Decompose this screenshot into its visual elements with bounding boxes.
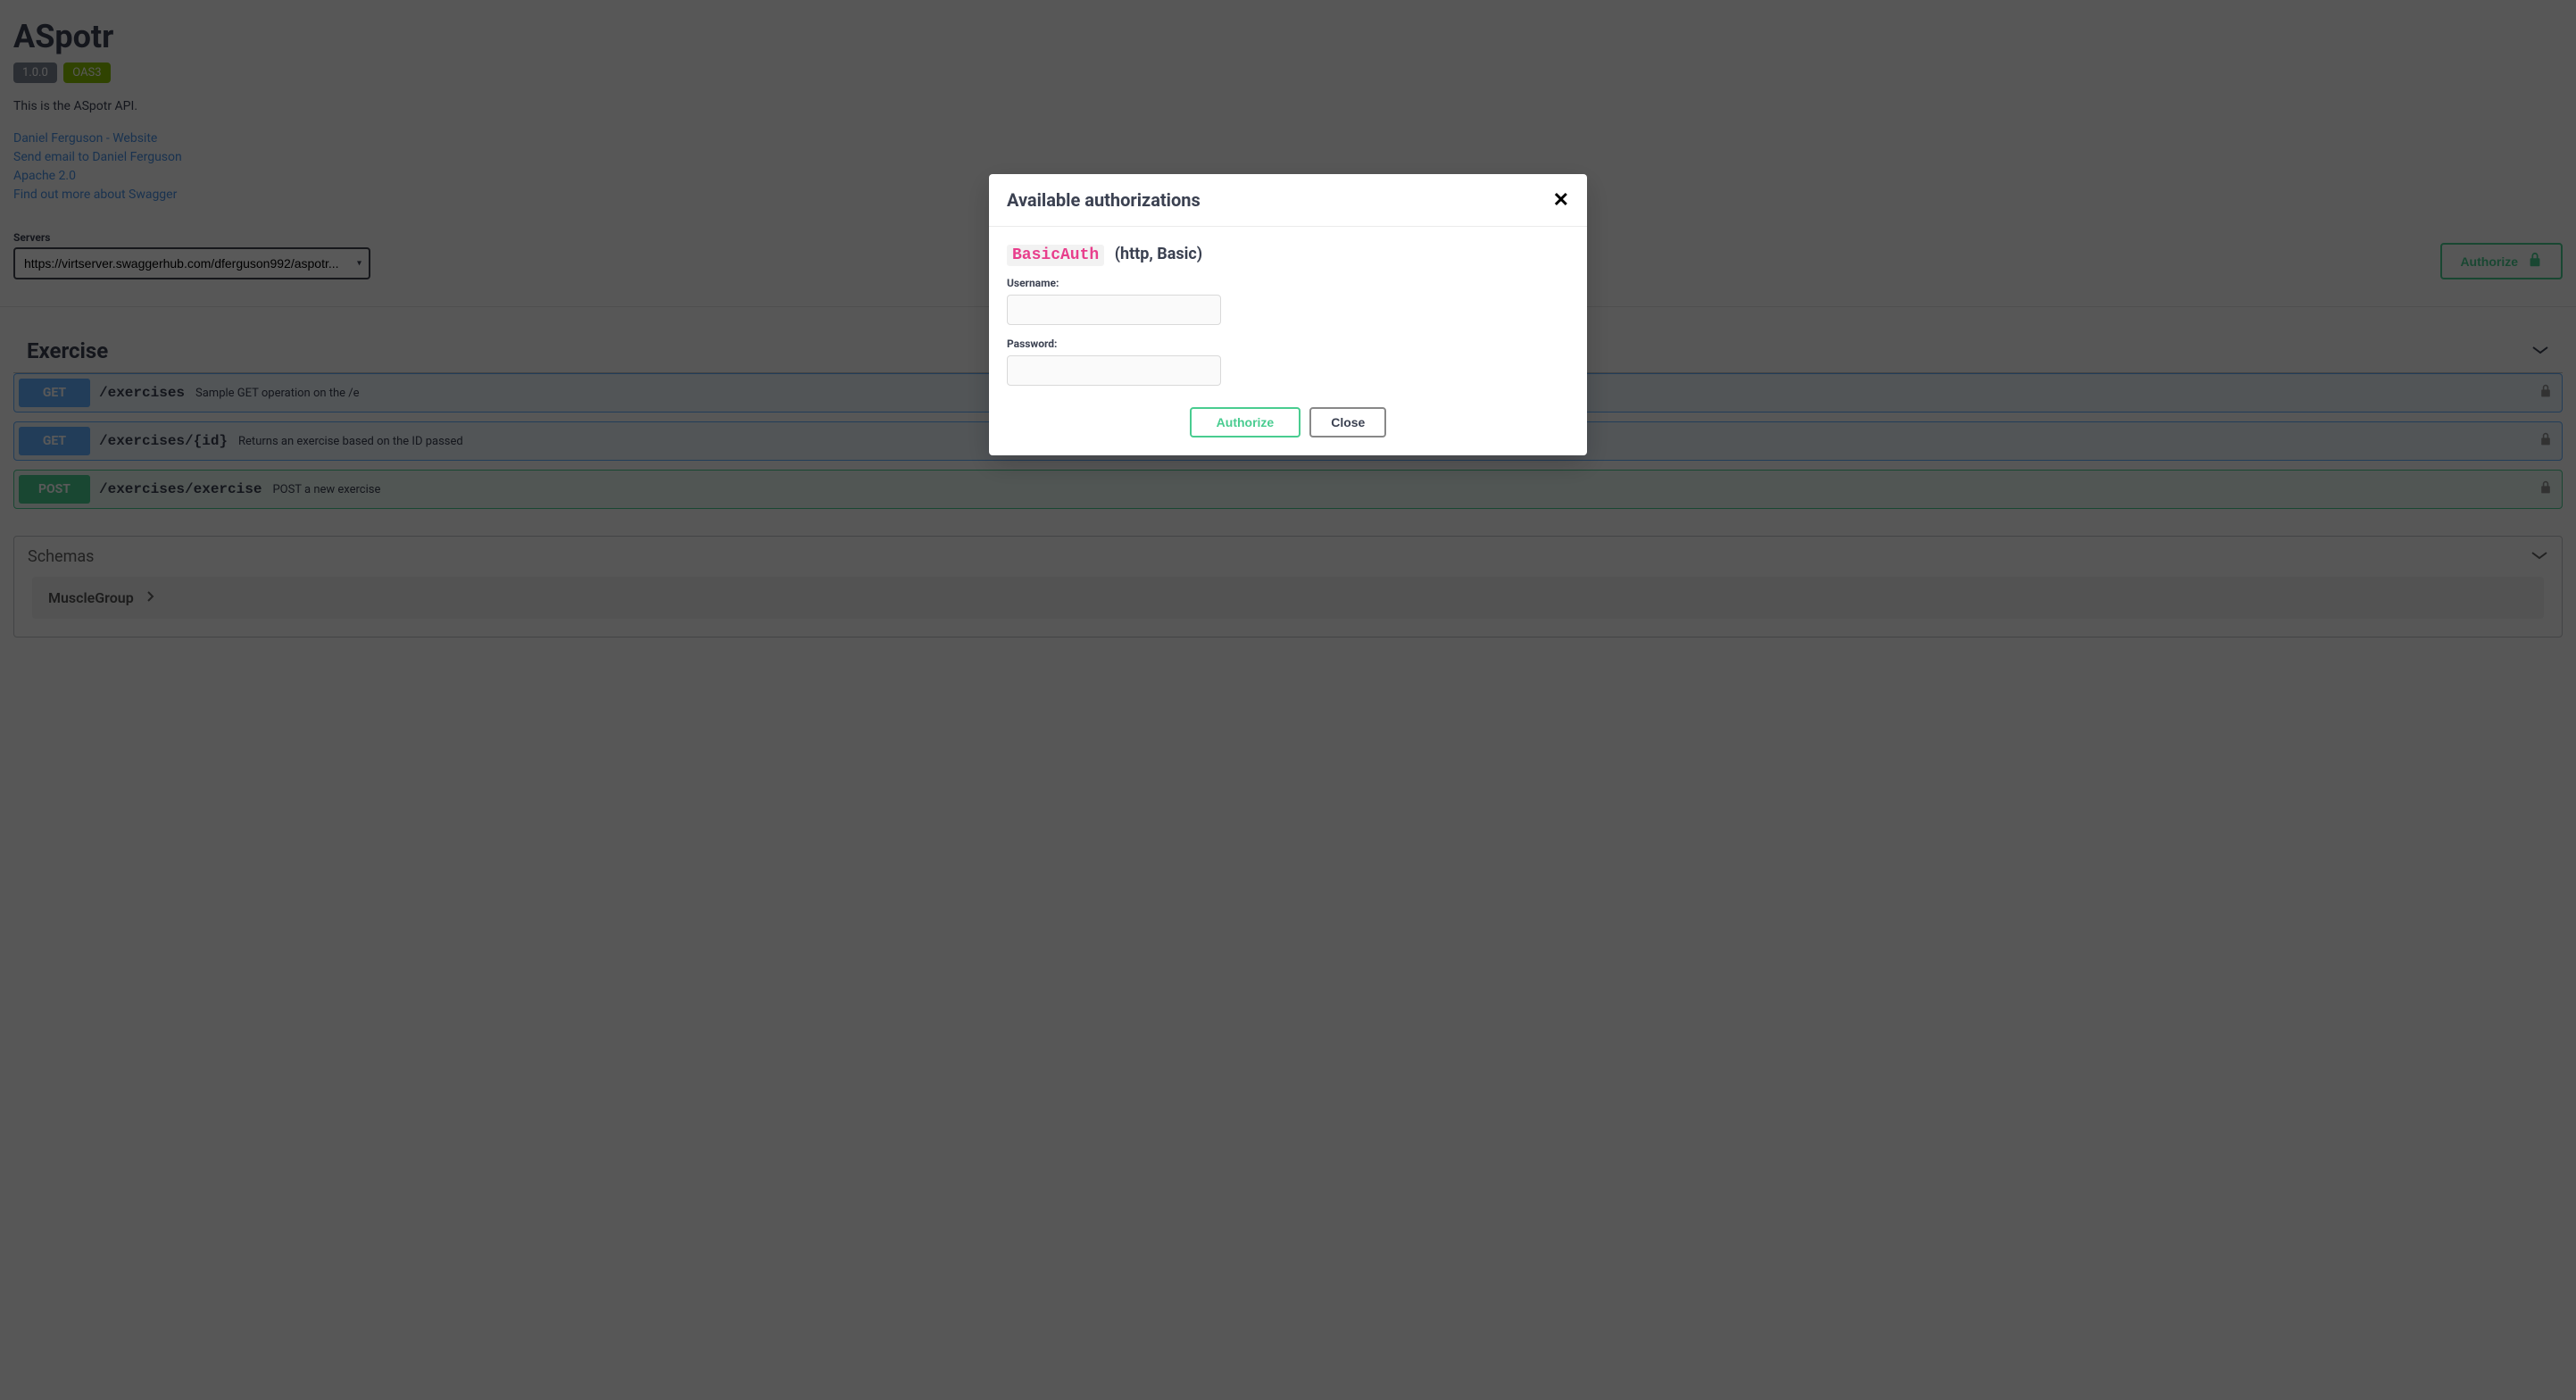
modal-header: Available authorizations ✕: [989, 174, 1587, 227]
authorization-modal: Available authorizations ✕ BasicAuth (ht…: [989, 174, 1587, 455]
password-label: Password:: [1007, 338, 1569, 350]
username-label: Username:: [1007, 277, 1569, 289]
password-input[interactable]: [1007, 355, 1221, 386]
authorization-modal-overlay: Available authorizations ✕ BasicAuth (ht…: [0, 0, 2576, 1400]
auth-scheme-heading: BasicAuth (http, Basic): [1007, 245, 1569, 264]
modal-authorize-button[interactable]: Authorize: [1190, 407, 1301, 438]
username-input[interactable]: [1007, 295, 1221, 325]
auth-scheme-name: BasicAuth: [1007, 245, 1104, 266]
modal-actions: Authorize Close: [1007, 407, 1569, 438]
close-icon[interactable]: ✕: [1553, 188, 1569, 212]
modal-body: BasicAuth (http, Basic) Username: Passwo…: [989, 227, 1587, 455]
auth-scheme-type: (http, Basic): [1115, 245, 1202, 263]
modal-title: Available authorizations: [1007, 189, 1201, 211]
modal-close-button[interactable]: Close: [1309, 407, 1386, 438]
